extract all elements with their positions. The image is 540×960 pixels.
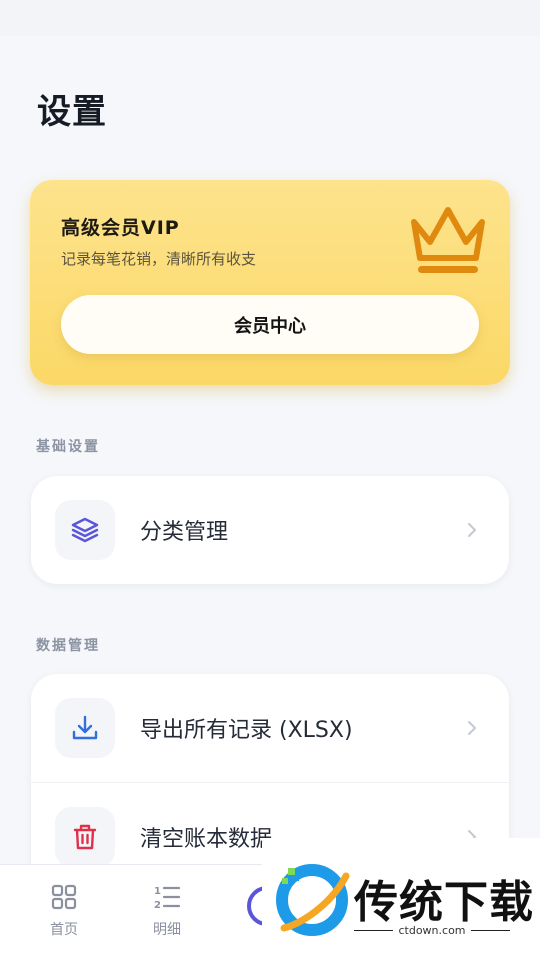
tab-details-label: 明细 — [153, 922, 181, 938]
section-label-basic: 基础设置 — [36, 439, 100, 455]
chevron-right-icon — [468, 523, 476, 537]
divider — [354, 930, 394, 931]
svg-text:1: 1 — [154, 886, 161, 897]
list-icon: 1 2 — [154, 886, 181, 911]
watermark-url: ctdown.com — [398, 924, 466, 937]
category-management-label: 分类管理 — [140, 520, 229, 545]
vip-title: 高级会员VIP — [61, 217, 180, 239]
member-center-button[interactable]: 会员中心 — [61, 295, 479, 354]
tab-home[interactable]: 首页 — [34, 883, 94, 939]
tab-details[interactable]: 1 2 明细 — [137, 883, 197, 939]
crown-icon — [411, 207, 485, 273]
layers-icon — [55, 500, 115, 560]
watermark: 传统下载 ctdown.com — [262, 838, 540, 960]
watermark-title: 传统下载 — [354, 877, 534, 928]
trash-icon — [55, 807, 115, 867]
export-records-item[interactable]: 导出所有记录 (XLSX) — [31, 674, 509, 782]
basic-settings-card: 分类管理 — [31, 476, 509, 584]
svg-text:2: 2 — [154, 900, 161, 911]
page-title: 设置 — [37, 92, 107, 132]
grid-icon — [51, 884, 77, 910]
watermark-url-row: ctdown.com — [354, 924, 510, 937]
status-bar — [0, 0, 540, 36]
chevron-right-icon — [468, 721, 476, 735]
clear-data-label: 清空账本数据 — [140, 827, 273, 852]
export-records-label: 导出所有记录 (XLSX) — [140, 718, 353, 743]
vip-subtitle: 记录每笔花销，清晰所有收支 — [61, 250, 257, 268]
tab-home-label: 首页 — [50, 922, 78, 938]
category-management-item[interactable]: 分类管理 — [31, 476, 509, 584]
section-label-data: 数据管理 — [36, 638, 100, 654]
download-icon — [55, 698, 115, 758]
vip-card: 高级会员VIP 记录每笔花销，清晰所有收支 会员中心 — [30, 180, 510, 385]
divider — [470, 930, 510, 931]
watermark-logo-icon — [276, 864, 350, 936]
